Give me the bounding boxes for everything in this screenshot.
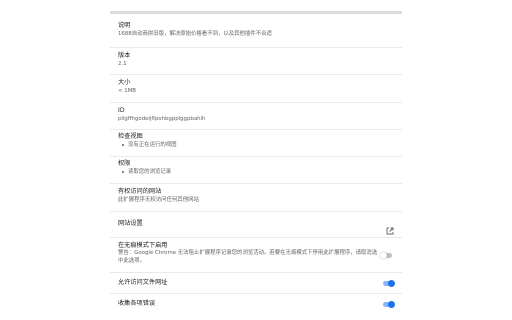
collect-errors-row: 收集各项错误 bbox=[118, 297, 395, 311]
id-section: ID pilgffhgodeijflpohbgpplggpbahih bbox=[118, 107, 394, 123]
inspect-views-item: 没有正在运行的视图 bbox=[118, 141, 394, 149]
incognito-warning: 警告：Google Chrome 无法阻止扩展程序记录您的浏览活动。若要在无痕模… bbox=[118, 250, 378, 264]
permissions-text: 读取您的浏览记录 bbox=[128, 169, 172, 175]
file-urls-toggle[interactable] bbox=[383, 279, 395, 287]
id-value: pilgffhgodeijflpohbgpplggpbahih bbox=[118, 116, 206, 122]
toggle-knob bbox=[388, 279, 395, 287]
site-settings-row[interactable]: 网站设置 bbox=[118, 216, 394, 235]
permissions-title: 权限 bbox=[118, 160, 131, 167]
open-in-new-icon[interactable] bbox=[386, 220, 394, 235]
file-urls-label: 允许访问文件网址 bbox=[118, 279, 168, 286]
divider bbox=[110, 237, 402, 238]
divider bbox=[110, 102, 402, 103]
divider bbox=[110, 74, 402, 75]
incognito-row: 在无痕模式下启用 警告：Google Chrome 无法阻止扩展程序记录您的浏览… bbox=[118, 242, 394, 265]
incognito-toggle[interactable] bbox=[380, 252, 392, 259]
permissions-section: 权限 读取您的浏览记录 bbox=[118, 160, 394, 176]
divider bbox=[110, 272, 402, 273]
version-section: 版本 2.1 bbox=[118, 52, 394, 68]
id-title: ID bbox=[118, 107, 125, 114]
description-title: 说明 bbox=[118, 22, 131, 29]
description-value: 1688自动商拼旧版，解决原始价格看不到，以及其他插件不合适 bbox=[118, 31, 272, 37]
extension-details-panel: 说明 1688自动商拼旧版，解决原始价格看不到，以及其他插件不合适 版本 2.1… bbox=[110, 14, 402, 320]
site-access-title: 有权访问的网站 bbox=[118, 188, 162, 195]
divider bbox=[110, 183, 402, 184]
divider bbox=[110, 211, 402, 212]
site-settings-label: 网站设置 bbox=[118, 220, 143, 227]
incognito-title: 在无痕模式下启用 bbox=[118, 242, 168, 249]
version-title: 版本 bbox=[118, 52, 131, 59]
bullet-icon bbox=[122, 143, 124, 146]
divider bbox=[110, 129, 402, 130]
site-access-section: 有权访问的网站 此扩展程序无权访问任何其他网站 bbox=[118, 188, 394, 204]
inspect-views-text: 没有正在运行的视图 bbox=[128, 142, 177, 148]
description-section: 说明 1688自动商拼旧版，解决原始价格看不到，以及其他插件不合适 bbox=[118, 22, 394, 38]
toggle-knob bbox=[388, 300, 395, 308]
size-section: 大小 < 1MB bbox=[118, 79, 394, 95]
permissions-item: 读取您的浏览记录 bbox=[118, 168, 394, 176]
size-value: < 1MB bbox=[118, 88, 137, 94]
toggle-knob bbox=[380, 252, 387, 259]
inspect-views-section: 检查视图 没有正在运行的视图 bbox=[118, 133, 394, 149]
divider bbox=[110, 293, 402, 294]
inspect-views-title: 检查视图 bbox=[118, 133, 143, 140]
divider bbox=[110, 47, 402, 48]
collect-errors-toggle[interactable] bbox=[383, 300, 395, 308]
bullet-icon bbox=[122, 170, 124, 173]
file-urls-row: 允许访问文件网址 bbox=[118, 276, 395, 290]
collect-errors-label: 收集各项错误 bbox=[118, 300, 156, 307]
site-access-value: 此扩展程序无权访问任何其他网站 bbox=[118, 197, 199, 203]
size-title: 大小 bbox=[118, 79, 131, 86]
version-value: 2.1 bbox=[118, 61, 127, 67]
divider bbox=[110, 156, 402, 157]
